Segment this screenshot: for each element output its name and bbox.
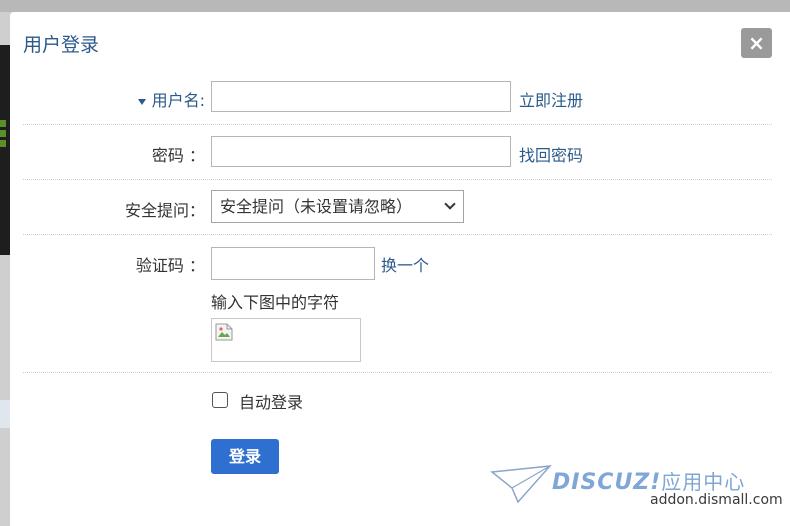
broken-image-icon [215, 323, 233, 341]
auto-login-label[interactable]: 自动登录 [239, 389, 303, 413]
backdrop-left-panel [0, 45, 10, 255]
security-question-value: 安全提问（未设置请忽略） [220, 197, 413, 216]
password-label: 密码 ： [151, 146, 205, 165]
login-dialog: 用户登录 × 用户名: 立即注册 密码 ： 找回密码 安全提问： 安全提问（未设… [10, 12, 790, 526]
chevron-down-icon [444, 198, 456, 210]
username-input[interactable] [211, 81, 511, 112]
captcha-hint: 输入下图中的字符 [211, 293, 340, 312]
row-divider [23, 124, 772, 125]
backdrop-top [0, 0, 790, 12]
refresh-captcha-link[interactable]: 换一个 [381, 252, 429, 276]
captcha-label: 验证码 ： [135, 256, 205, 275]
auto-login-checkbox[interactable] [212, 392, 228, 408]
password-input[interactable] [211, 136, 511, 167]
caret-down-icon[interactable] [137, 98, 146, 105]
username-label: 用户名: [137, 87, 205, 111]
row-divider [23, 234, 772, 235]
watermark-url: addon.dismall.com [650, 492, 783, 508]
backdrop-band [0, 400, 10, 428]
row-divider [23, 179, 772, 180]
paper-plane-icon [490, 465, 552, 504]
discuz-watermark: DISCUZ!应用中心 addon.dismall.com [490, 460, 783, 520]
security-question-label: 安全提问： [124, 201, 205, 220]
forgot-password-link[interactable]: 找回密码 [519, 142, 583, 166]
captcha-image[interactable] [211, 318, 361, 362]
login-button[interactable]: 登录 [211, 439, 279, 474]
close-button[interactable]: × [741, 28, 772, 58]
register-link[interactable]: 立即注册 [519, 87, 583, 111]
captcha-input[interactable] [211, 247, 375, 280]
discuz-logo-text: DISCUZ!应用中心 [552, 470, 746, 495]
row-divider [23, 372, 772, 373]
security-question-select[interactable]: 安全提问（未设置请忽略） [211, 190, 464, 223]
dialog-title: 用户登录 [23, 34, 100, 56]
